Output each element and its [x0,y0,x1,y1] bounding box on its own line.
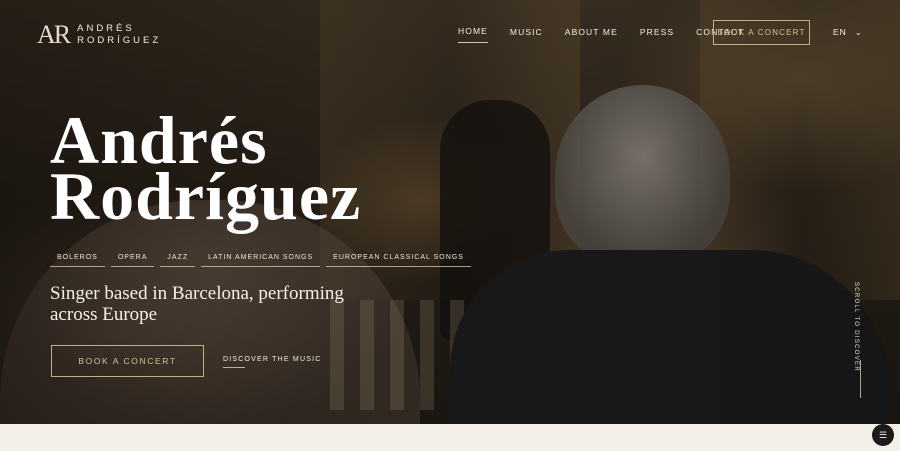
logo-line-first: ANDRÉS [77,23,135,34]
nav-item-about-me[interactable]: ABOUT ME [565,27,618,43]
nav-item-music[interactable]: MUSIC [510,27,543,43]
hero-title-last: Rodríguez [50,158,362,234]
chat-icon[interactable]: ☰ [872,424,894,446]
book-concert-nav-button[interactable]: BOOK A CONCERT [713,20,810,45]
nav-item-press[interactable]: PRESS [640,27,674,43]
chevron-down-icon: ⌄ [854,27,863,37]
language-label: EN [833,27,847,37]
genre-tags: BOLEROS OPERA JAZZ LATIN AMERICAN SONGS … [50,254,477,267]
language-selector[interactable]: EN ⌄ [833,27,863,37]
logo-wordmark: ANDRÉS RODRÍGUEZ [77,23,161,47]
logo-monogram: AR [37,20,71,49]
genre-tag-european-classical[interactable]: EUROPEAN CLASSICAL SONGS [326,254,471,267]
genre-tag-jazz[interactable]: JAZZ [160,254,196,267]
genre-tag-boleros[interactable]: BOLEROS [50,254,105,267]
nav-item-home[interactable]: HOME [458,26,488,43]
hero-title: Andrés Rodríguez [50,106,361,230]
genre-tag-latin-american[interactable]: LATIN AMERICAN SONGS [201,254,321,267]
discover-underline [223,367,245,368]
genre-tag-opera[interactable]: OPERA [110,254,155,267]
next-section-band [0,424,900,451]
discover-music-link[interactable]: DISCOVER THE MUSIC [223,356,321,363]
site-logo[interactable]: AR ANDRÉS RODRÍGUEZ [37,20,161,50]
book-concert-button[interactable]: BOOK A CONCERT [51,345,204,377]
hero-subtitle: Singer based in Barcelona, performing ac… [50,283,344,325]
scroll-line [860,360,861,398]
scroll-hint[interactable]: SCROLL TO DISCOVER [853,282,859,372]
logo-line-last: RODRÍGUEZ [77,35,162,46]
